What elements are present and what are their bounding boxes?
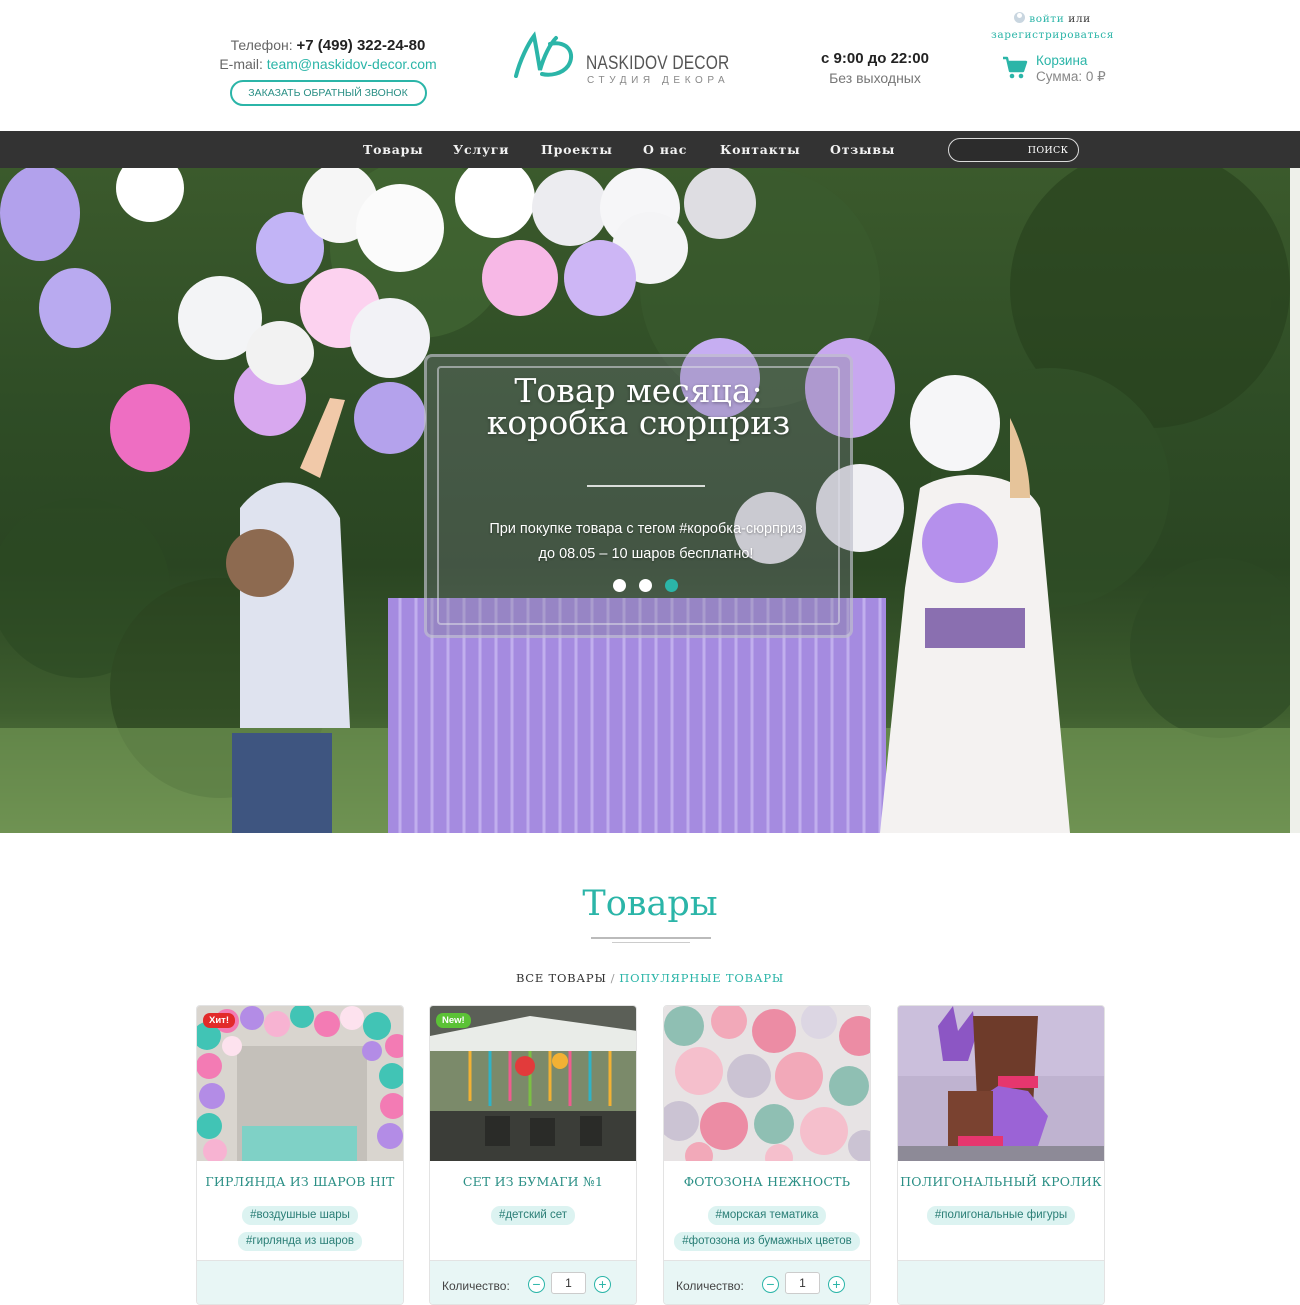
card-footer: [898, 1260, 1104, 1304]
email-label: E-mail:: [219, 56, 267, 72]
hero-title: Товар месяца: коробка сюрприз: [427, 374, 850, 442]
quantity-increase-button[interactable]: +: [594, 1276, 611, 1293]
product-card[interactable]: New! СЕТ ИЗ БУМАГИ №1 #детский сет Колич…: [429, 1005, 637, 1305]
product-name[interactable]: ГИРЛЯНДА ИЗ ШАРОВ HIT: [197, 1174, 403, 1189]
auth-or: или: [1064, 13, 1091, 25]
quantity-label: Количество:: [676, 1279, 744, 1293]
product-tags: #морская тематика #фотозона из бумажных …: [664, 1205, 870, 1257]
nav-item-projects[interactable]: Проекты: [541, 131, 613, 168]
product-tags: #воздушные шары #гирлянда из шаров: [197, 1205, 403, 1257]
product-image[interactable]: [664, 1006, 870, 1161]
section-title-divider: [591, 937, 711, 939]
working-hours: с 9:00 до 22:00 Без выходных: [800, 50, 950, 86]
product-tag[interactable]: #фотозона из бумажных цветов: [674, 1232, 860, 1251]
logo-title: NASKIDOV DECOR: [586, 53, 730, 74]
hero-slider: Товар месяца: коробка сюрприз При покупк…: [0, 168, 1290, 833]
search-input[interactable]: [955, 141, 1025, 159]
hero-caption-box: Товар месяца: коробка сюрприз При покупк…: [424, 354, 853, 638]
product-tag[interactable]: #воздушные шары: [242, 1206, 358, 1225]
product-name[interactable]: ФОТОЗОНА НЕЖНОСТЬ: [664, 1174, 870, 1189]
new-badge: New!: [436, 1013, 471, 1028]
product-tag[interactable]: #морская тематика: [707, 1206, 827, 1225]
quantity-decrease-button[interactable]: −: [762, 1276, 779, 1293]
slider-dots: [613, 579, 683, 593]
auth-links: войти или зарегистрироваться: [980, 11, 1125, 43]
search-button[interactable]: ПОИСК: [1018, 138, 1078, 162]
cart-text: Корзина Сумма: 0 ₽: [1036, 53, 1106, 85]
hours-time: с 9:00 до 22:00: [821, 50, 929, 67]
card-footer: Количество: − 1 +: [430, 1260, 636, 1304]
product-tags: #полигональные фигуры: [898, 1205, 1104, 1231]
nav-item-contacts[interactable]: Контакты: [720, 131, 800, 168]
logo-monogram-icon: [514, 31, 574, 78]
cart-title: Корзина: [1036, 53, 1088, 68]
main-nav: Товары Услуги Проекты О нас Контакты Отз…: [0, 131, 1300, 168]
product-tag[interactable]: #гирлянда из шаров: [237, 1232, 363, 1251]
email-link[interactable]: team@naskidov-decor.com: [267, 56, 437, 72]
contact-block: Телефон: +7 (499) 322-24-80 E-mail: team…: [210, 36, 446, 106]
email-line: E-mail: team@naskidov-decor.com: [210, 55, 446, 74]
cart-sum: Сумма: 0 ₽: [1036, 69, 1106, 84]
quantity-decrease-button[interactable]: −: [528, 1276, 545, 1293]
hero-divider: [587, 485, 705, 487]
product-tags: #детский сет: [430, 1205, 636, 1231]
filter-separator: /: [610, 971, 616, 985]
nav-item-products[interactable]: Товары: [363, 131, 424, 168]
product-image[interactable]: New!: [430, 1006, 636, 1161]
section-title-divider-thin: [612, 942, 690, 943]
filter-all-products[interactable]: ВСЕ ТОВАРЫ: [516, 971, 607, 985]
search-box: ПОИСК: [948, 138, 1079, 162]
site-logo[interactable]: NASKIDOV DECOR СТУДИЯ ДЕКОРА: [510, 30, 729, 90]
hero-text: При покупке товара с тегом #коробка-сюрп…: [489, 521, 803, 562]
quantity-input[interactable]: 1: [785, 1272, 820, 1294]
quantity-increase-button[interactable]: +: [828, 1276, 845, 1293]
product-filters: ВСЕ ТОВАРЫ / ПОПУЛЯРНЫЕ ТОВАРЫ: [0, 971, 1300, 985]
user-icon: [1014, 12, 1026, 23]
filter-popular-products[interactable]: ПОПУЛЯРНЫЕ ТОВАРЫ: [619, 971, 784, 985]
site-header: Телефон: +7 (499) 322-24-80 E-mail: team…: [0, 0, 1300, 131]
product-image[interactable]: [898, 1006, 1104, 1161]
nav-item-services[interactable]: Услуги: [453, 131, 509, 168]
hero-edge-strip: [1290, 168, 1300, 833]
paper-flower-wall-image: [664, 1006, 870, 1161]
card-footer: [197, 1260, 403, 1304]
hero-title-line2: коробка сюрприз: [486, 403, 791, 442]
auth-line: войти или: [980, 11, 1125, 27]
quantity-label: Количество:: [442, 1279, 510, 1293]
quantity-input[interactable]: 1: [551, 1272, 586, 1294]
cart-widget[interactable]: Корзина Сумма: 0 ₽: [1002, 53, 1142, 87]
slider-dot-1[interactable]: [613, 579, 626, 592]
slider-dot-2[interactable]: [639, 579, 652, 592]
nav-item-about[interactable]: О нас: [643, 131, 687, 168]
product-card[interactable]: ПОЛИГОНАЛЬНЫЙ КРОЛИК #полигональные фигу…: [897, 1005, 1105, 1305]
hours-days: Без выходных: [829, 70, 921, 86]
phone-number[interactable]: +7 (499) 322-24-80: [297, 37, 426, 54]
product-card[interactable]: Хит! ГИРЛЯНДА ИЗ ШАРОВ HIT #воздушные ша…: [196, 1005, 404, 1305]
logo-subtitle: СТУДИЯ ДЕКОРА: [587, 75, 730, 86]
callback-button[interactable]: ЗАКАЗАТЬ ОБРАТНЫЙ ЗВОНОК: [229, 80, 427, 106]
product-card[interactable]: ФОТОЗОНА НЕЖНОСТЬ #морская тематика #фот…: [663, 1005, 871, 1305]
register-link[interactable]: зарегистрироваться: [980, 27, 1125, 43]
product-name[interactable]: ПОЛИГОНАЛЬНЫЙ КРОЛИК: [898, 1174, 1104, 1189]
balloon-garland-image: [197, 1006, 403, 1161]
section-title: Товары: [582, 884, 718, 924]
card-footer: Количество: − 1 +: [664, 1260, 870, 1304]
product-name[interactable]: СЕТ ИЗ БУМАГИ №1: [430, 1174, 636, 1189]
product-image[interactable]: Хит!: [197, 1006, 403, 1161]
phone-line: Телефон: +7 (499) 322-24-80: [210, 36, 446, 55]
phone-label: Телефон:: [230, 37, 297, 53]
nav-item-reviews[interactable]: Отзывы: [830, 131, 895, 168]
hit-badge: Хит!: [203, 1013, 235, 1028]
product-tag[interactable]: #детский сет: [490, 1206, 576, 1225]
slider-dot-3[interactable]: [665, 579, 678, 592]
paper-decor-set-image: [430, 1006, 636, 1161]
login-link[interactable]: войти: [1029, 13, 1064, 25]
cart-icon: [1003, 56, 1028, 79]
polygonal-rabbit-image: [898, 1006, 1104, 1161]
product-tag[interactable]: #полигональные фигуры: [926, 1206, 1076, 1225]
